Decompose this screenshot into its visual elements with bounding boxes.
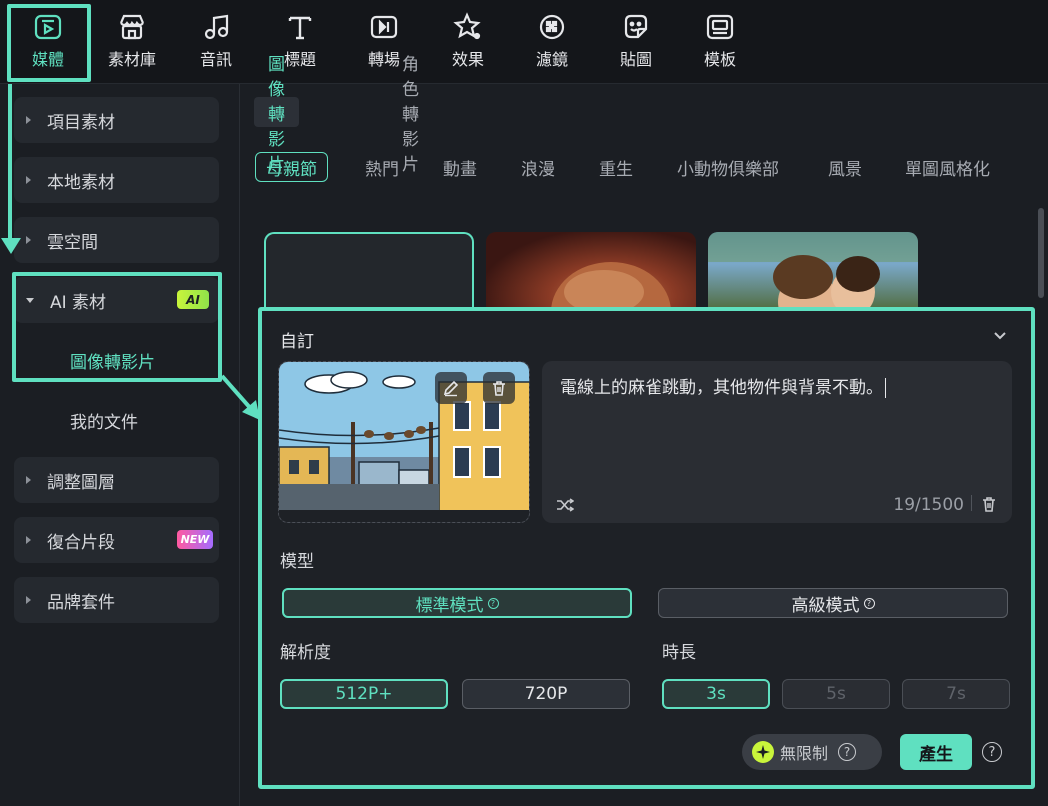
toolbar-transitions-label: 轉場 — [367, 50, 400, 69]
uploaded-image[interactable] — [278, 361, 530, 523]
help-icon[interactable]: ? — [838, 743, 857, 761]
toolbar-effects[interactable]: 效果 — [426, 0, 510, 84]
caret-right-icon — [26, 536, 31, 544]
counter-divider — [971, 495, 972, 511]
outdoor-portrait-image — [708, 232, 918, 312]
help-icon: ? — [487, 597, 499, 609]
sidebar-subitem-my-files[interactable]: 我的文件 — [70, 408, 138, 433]
standard-mode-label: 標準模式 — [415, 595, 484, 616]
filter-icon — [539, 14, 565, 40]
new-badge: NEW — [177, 530, 213, 549]
toolbar-filters[interactable]: 濾鏡 — [510, 0, 594, 84]
toolbar-templates[interactable]: 模板 — [678, 0, 762, 84]
caret-right-icon — [26, 476, 31, 484]
prompt-textarea[interactable]: 電線上的麻雀跳動，其他物件與背景不動。 19/1500 — [542, 361, 1012, 523]
duration-7s-button[interactable]: 7s — [902, 679, 1010, 709]
toolbar-effects-label: 效果 — [451, 50, 484, 69]
prompt-text: 電線上的麻雀跳動，其他物件與背景不動。 — [560, 378, 883, 398]
resolution-512-button[interactable]: 512P+ — [280, 679, 448, 709]
template-thumbnail-custom[interactable] — [264, 232, 474, 312]
annotation-arrowhead-down — [1, 238, 21, 254]
category-rebirth[interactable]: 重生 — [599, 152, 633, 182]
tab-image-to-video[interactable]: 圖像轉影片 — [254, 55, 299, 175]
toolbar-audio[interactable]: 音訊 — [174, 0, 258, 84]
caret-right-icon — [26, 176, 31, 184]
chevron-down-icon[interactable] — [993, 331, 1007, 341]
category-single-image-style[interactable]: 單圖風格化 — [905, 152, 990, 182]
effects-icon — [453, 12, 481, 40]
vertical-scrollbar[interactable] — [1038, 208, 1044, 298]
prompt-text-wrap: 電線上的麻雀跳動，其他物件與背景不動。 — [560, 373, 886, 398]
category-pets-club[interactable]: 小動物俱樂部 — [677, 152, 779, 182]
panel-title: 自訂 — [280, 332, 314, 352]
sidebar-item-label: 雲空間 — [47, 232, 98, 253]
advanced-mode-label: 高級模式 — [791, 595, 860, 616]
sticker-icon — [624, 14, 648, 39]
sparkle-icon — [752, 741, 774, 763]
category-romance[interactable]: 浪漫 — [521, 152, 555, 182]
toolbar-stickers[interactable]: 貼圖 — [594, 0, 678, 84]
template-thumbnail-portrait[interactable] — [486, 232, 696, 312]
music-icon — [204, 14, 229, 40]
duration-3s-button[interactable]: 3s — [662, 679, 770, 709]
caret-right-icon — [26, 116, 31, 124]
toolbar-stock-label: 素材庫 — [107, 50, 156, 69]
clear-prompt-icon[interactable] — [980, 495, 998, 513]
sidebar-item-compound-clip[interactable]: 復合片段 NEW — [14, 517, 219, 563]
unlimited-credits-pill[interactable]: 無限制 ? — [742, 734, 882, 770]
toolbar-stock[interactable]: 素材庫 — [90, 0, 174, 84]
sidebar-item-adjustment-layer[interactable]: 調整圖層 — [14, 457, 219, 503]
sidebar-item-label: 本地素材 — [47, 172, 115, 193]
category-popular[interactable]: 熱門 — [365, 152, 399, 182]
edit-image-button[interactable] — [435, 372, 467, 404]
store-icon — [119, 14, 145, 40]
media-highlight-box — [7, 4, 91, 82]
custom-panel: 自訂 電線上的麻雀跳動，其他物件與背景不動。 19/1500 模型 標準模式 ?… — [258, 307, 1035, 789]
template-thumbnail-mother-daughter[interactable] — [708, 232, 918, 312]
sidebar-item-label: 品牌套件 — [47, 592, 115, 613]
portrait-image — [551, 262, 671, 312]
toolbar-audio-label: 音訊 — [199, 50, 232, 69]
shuffle-icon[interactable] — [556, 497, 574, 513]
resolution-label: 解析度 — [280, 643, 331, 663]
transition-icon — [370, 15, 398, 39]
text-cursor — [885, 378, 886, 398]
sidebar-item-cloud[interactable]: 雲空間 — [14, 217, 219, 263]
category-scenery[interactable]: 風景 — [828, 152, 862, 182]
sidebar-item-label: 調整圖層 — [47, 472, 115, 493]
help-icon: ? — [863, 597, 875, 609]
text-icon — [288, 16, 312, 40]
delete-image-button[interactable] — [483, 372, 515, 404]
toolbar-filters-label: 濾鏡 — [535, 50, 568, 69]
toolbar-stickers-label: 貼圖 — [619, 50, 652, 69]
sidebar-item-label: 項目素材 — [47, 112, 115, 133]
caret-right-icon — [26, 236, 31, 244]
sidebar-item-project-media[interactable]: 項目素材 — [14, 97, 219, 143]
duration-5s-button[interactable]: 5s — [782, 679, 890, 709]
duration-label: 時長 — [662, 643, 696, 663]
top-toolbar: 媒體 素材庫 音訊 標題 轉場 效果 濾鏡 貼圖 模板 — [0, 0, 1048, 84]
model-label: 模型 — [280, 552, 314, 572]
toolbar-templates-label: 模板 — [703, 50, 736, 69]
standard-mode-button[interactable]: 標準模式? — [282, 588, 632, 618]
unlimited-label: 無限制 — [780, 744, 829, 763]
tab-character-to-video[interactable]: 角色轉影片 — [388, 55, 433, 175]
sidebar-item-local-media[interactable]: 本地素材 — [14, 157, 219, 203]
help-icon[interactable]: ? — [982, 742, 1002, 762]
generate-button[interactable]: 產生 — [900, 734, 972, 770]
character-counter: 19/1500 — [893, 495, 964, 515]
sidebar-item-brand-kit[interactable]: 品牌套件 — [14, 577, 219, 623]
category-mothers-day[interactable]: 母親節 — [255, 152, 328, 182]
caret-right-icon — [26, 596, 31, 604]
resolution-720-button[interactable]: 720P — [462, 679, 630, 709]
trash-icon — [493, 381, 505, 396]
ai-media-highlight-box — [12, 272, 222, 382]
annotation-arrow-vertical — [8, 84, 12, 244]
sidebar-item-label: 復合片段 — [47, 532, 115, 553]
advanced-mode-button[interactable]: 高級模式? — [658, 588, 1008, 618]
template-icon — [706, 14, 734, 40]
category-animation[interactable]: 動畫 — [443, 152, 477, 182]
toolbar-titles-label: 標題 — [283, 50, 316, 69]
pencil-icon — [443, 380, 459, 397]
